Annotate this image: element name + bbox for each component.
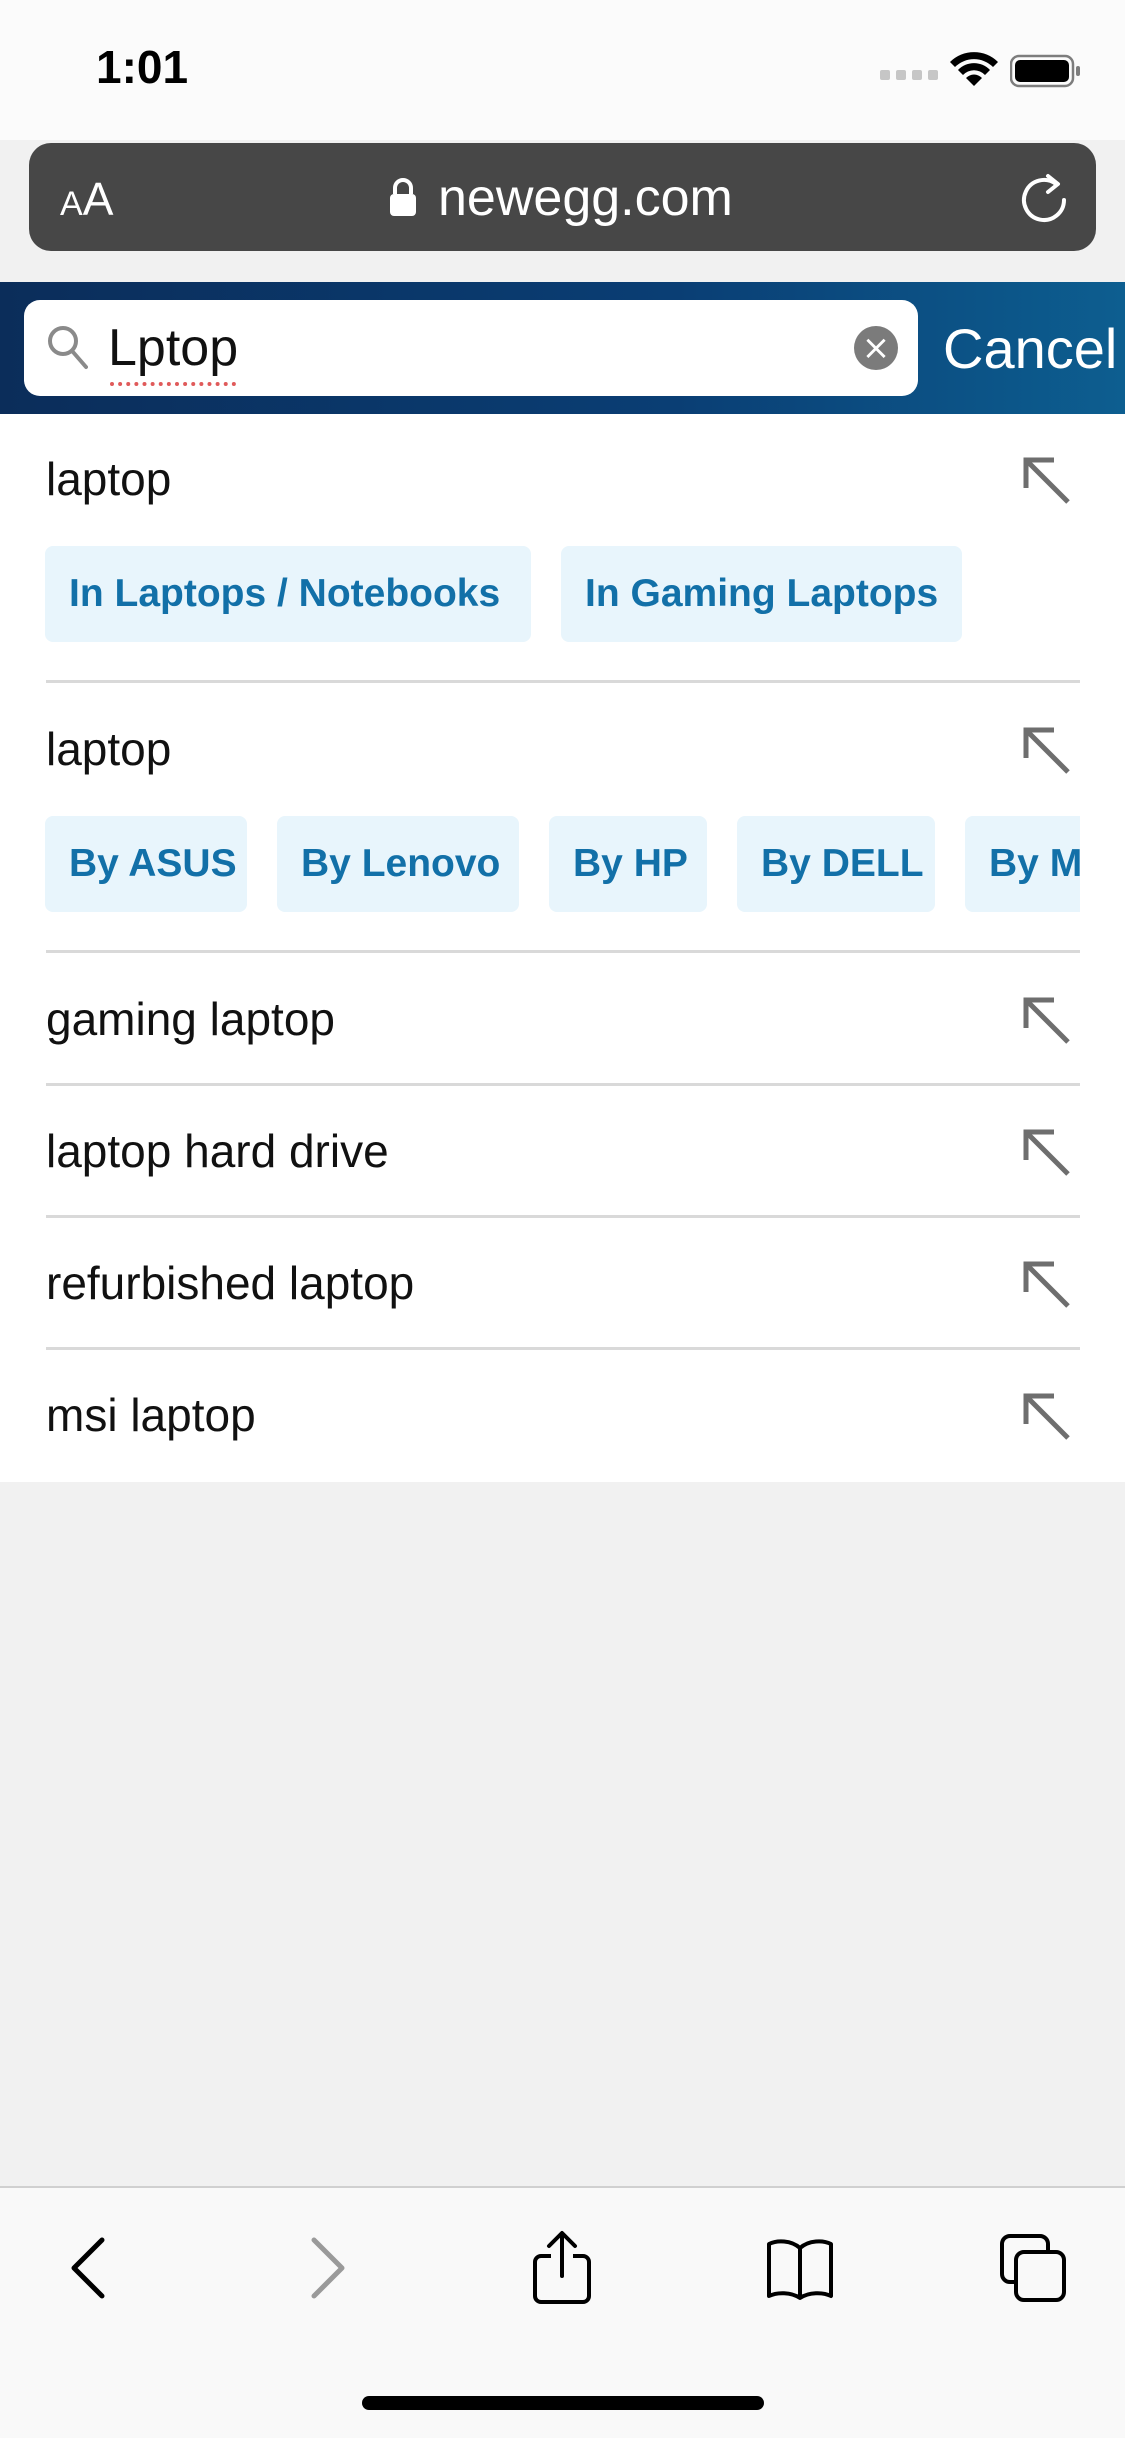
divider xyxy=(46,1215,1080,1218)
suggestion-text: refurbished laptop xyxy=(46,1257,415,1309)
suggestion-item[interactable]: refurbished laptop xyxy=(46,1244,1080,1324)
suggestion-text: laptop xyxy=(46,723,172,775)
suggestions-list: laptop In Laptops / Notebooks In Gaming … xyxy=(0,0,1080,2436)
brand-chip-hp[interactable]: By HP xyxy=(549,816,707,912)
fill-search-arrow-icon[interactable] xyxy=(1018,992,1076,1050)
brand-chip-lenovo[interactable]: By Lenovo xyxy=(277,816,519,912)
divider xyxy=(46,950,1080,953)
fill-search-arrow-icon[interactable] xyxy=(1018,1124,1076,1182)
suggestion-text: msi laptop xyxy=(46,1389,256,1441)
fill-search-arrow-icon[interactable] xyxy=(1018,1388,1076,1446)
brand-chip-asus[interactable]: By ASUS xyxy=(45,816,247,912)
share-icon[interactable] xyxy=(527,2226,597,2306)
bookmarks-icon[interactable] xyxy=(765,2232,835,2304)
suggestion-text: gaming laptop xyxy=(46,993,335,1045)
divider xyxy=(46,680,1080,683)
fill-search-arrow-icon[interactable] xyxy=(1018,452,1076,510)
divider xyxy=(46,1083,1080,1086)
suggestion-item[interactable]: msi laptop xyxy=(46,1376,1080,1456)
suggestion-text: laptop xyxy=(46,453,172,505)
suggestion-item[interactable]: gaming laptop xyxy=(46,980,1080,1060)
brand-chip-dell[interactable]: By DELL xyxy=(737,816,935,912)
back-icon[interactable] xyxy=(56,2232,126,2304)
divider xyxy=(46,1347,1080,1350)
suggestion-item[interactable]: laptop xyxy=(46,440,1080,520)
category-chip-laptops-notebooks[interactable]: In Laptops / Notebooks xyxy=(45,546,531,642)
tabs-icon[interactable] xyxy=(998,2232,1068,2304)
suggestion-item[interactable]: laptop xyxy=(46,710,1080,790)
fill-search-arrow-icon[interactable] xyxy=(1018,722,1076,780)
category-chip-gaming-laptops[interactable]: In Gaming Laptops xyxy=(561,546,962,642)
brand-chip-more[interactable]: By M xyxy=(965,816,1080,912)
fill-search-arrow-icon[interactable] xyxy=(1018,1256,1076,1314)
suggestion-text: laptop hard drive xyxy=(46,1125,389,1177)
home-indicator[interactable] xyxy=(362,2396,764,2410)
forward-icon[interactable] xyxy=(290,2232,360,2304)
suggestion-item[interactable]: laptop hard drive xyxy=(46,1112,1080,1192)
